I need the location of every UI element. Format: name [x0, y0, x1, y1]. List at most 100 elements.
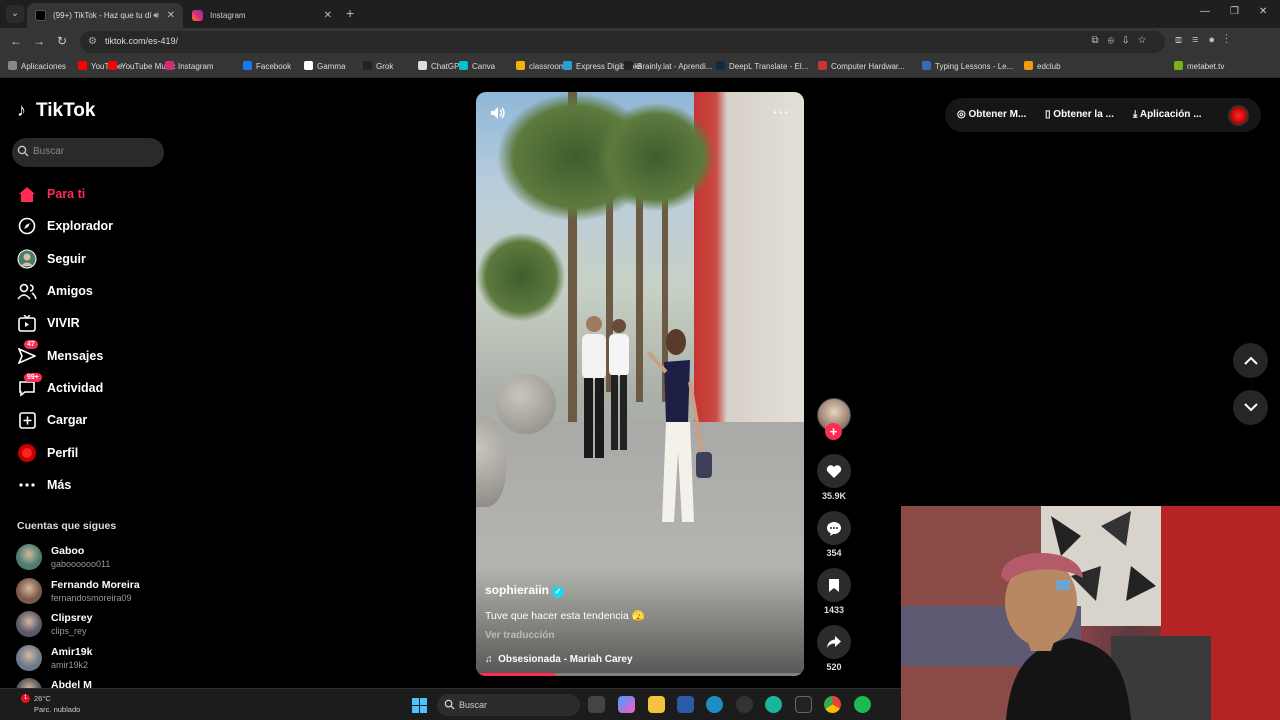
bookmark-item[interactable]: Canva: [459, 61, 495, 71]
video-player[interactable]: ··· sophieraiin ✓ Tuve que hacer esta ten…: [476, 92, 804, 676]
video-caption: Tuve que hacer esta tendencia 🫣: [485, 610, 645, 622]
copilot-icon[interactable]: [618, 696, 635, 713]
bookmark-item[interactable]: Aplicaciones: [8, 61, 66, 71]
weather-widget[interactable]: 1 26°C Parc. nublado: [18, 693, 80, 715]
extensions-icons[interactable]: ⧈≡●⋮: [1175, 34, 1238, 47]
bookmark-item[interactable]: Brainly.lat - Aprendi...: [624, 61, 712, 71]
get-app-button[interactable]: ▯ Obtener la ...: [1045, 109, 1114, 120]
music-link[interactable]: ♫ Obsesionada - Mariah Carey: [485, 654, 633, 665]
following-account[interactable]: Gaboo gaboooooo011: [16, 542, 176, 576]
tab-search-button[interactable]: ⌄: [6, 5, 24, 23]
follow-plus-icon[interactable]: +: [825, 423, 842, 440]
bookmark-item[interactable]: Computer Hardwar...: [818, 61, 905, 71]
bookmark-item[interactable]: Typing Lessons - Le...: [922, 61, 1013, 71]
tab-tiktok[interactable]: (99+) TikTok - Haz que tu dí 🔊︎ ✕: [27, 3, 183, 28]
like-button[interactable]: [817, 454, 851, 488]
volume-icon[interactable]: [490, 106, 506, 123]
chrome-icon[interactable]: [824, 696, 841, 713]
site-info-icon[interactable]: ⚙︎: [88, 36, 97, 47]
minimize-window-button[interactable]: —: [1200, 6, 1210, 17]
tiktok-logo[interactable]: ♪ TikTok: [17, 100, 95, 122]
omnibox-icons[interactable]: ⧉⊕⇩☆: [1092, 35, 1155, 46]
tab-instagram[interactable]: Instagram ✕: [184, 3, 340, 28]
taskbar-search[interactable]: Buscar: [437, 694, 580, 716]
video-progress-bar[interactable]: [476, 673, 804, 676]
desktop-app-button[interactable]: ⤓ Aplicación ...: [1133, 109, 1202, 120]
account-handle: gaboooooo011: [51, 559, 111, 569]
sidebar-item-perfil[interactable]: Perfil: [14, 436, 174, 468]
following-account[interactable]: Clipsrey clips_rey: [16, 609, 176, 643]
comment-button[interactable]: [817, 511, 851, 545]
bookmark-item[interactable]: Instagram: [165, 61, 214, 71]
file-explorer-icon[interactable]: [648, 696, 665, 713]
search-icon: [17, 145, 29, 157]
sidebar-item-más[interactable]: Más: [14, 469, 174, 501]
maximize-window-button[interactable]: ❐: [1230, 6, 1239, 17]
sidebar-item-cargar[interactable]: Cargar: [14, 404, 174, 436]
forward-button[interactable]: →: [33, 34, 45, 48]
task-view-icon[interactable]: [588, 696, 605, 713]
webcam-overlay: [901, 506, 1280, 720]
bookmark-favicon-icon: [108, 61, 117, 70]
close-tab-icon[interactable]: ✕: [167, 3, 175, 28]
app-icon[interactable]: [765, 696, 782, 713]
following-account[interactable]: Amir19k amir19k2: [16, 643, 176, 677]
bookmark-icon: [829, 578, 839, 592]
sidebar-nav: Para ti Explorador Seguir Amigos VIVIR 47 Mens…: [14, 178, 174, 501]
back-button[interactable]: ←: [10, 34, 22, 48]
account-handle: clips_rey: [51, 626, 87, 636]
reload-button[interactable]: ↻: [57, 34, 67, 48]
video-author[interactable]: sophieraiin ✓: [485, 583, 565, 598]
upload-icon: [14, 410, 40, 430]
bookmark-item[interactable]: DeepL Translate - El...: [716, 61, 808, 71]
sidebar-item-actividad[interactable]: 99+ Actividad: [14, 372, 174, 404]
sidebar-item-explorador[interactable]: Explorador: [14, 210, 174, 242]
bookmark-item[interactable]: classroom: [516, 61, 565, 71]
bookmark-item[interactable]: Grok: [363, 61, 393, 71]
stone-ball: [476, 417, 506, 507]
sidebar-item-vivir[interactable]: VIVIR: [14, 307, 174, 339]
bookmark-item[interactable]: edclub: [1024, 61, 1061, 71]
sidebar-item-label: Perfil: [47, 445, 79, 460]
video-people: [582, 316, 629, 458]
epic-games-icon[interactable]: [795, 696, 812, 713]
next-video-button[interactable]: [1233, 390, 1268, 425]
edge-icon[interactable]: [706, 696, 723, 713]
new-tab-button[interactable]: +: [346, 5, 354, 21]
bookmark-favicon-icon: [304, 61, 313, 70]
previous-video-button[interactable]: [1233, 343, 1268, 378]
address-bar[interactable]: ⚙︎ tiktok.com/es-419/ ⧉⊕⇩☆: [80, 31, 1165, 53]
webcam-image: [901, 506, 1280, 720]
bookmark-item[interactable]: Facebook: [243, 61, 291, 71]
store-icon[interactable]: [677, 696, 694, 713]
bookmark-favicon-icon: [922, 61, 931, 70]
sidebar-item-para-ti[interactable]: Para ti: [14, 178, 174, 210]
close-window-button[interactable]: ✕: [1259, 6, 1267, 17]
more-options-icon[interactable]: ···: [773, 104, 790, 120]
bookmark-item[interactable]: metabet.tv: [1174, 61, 1224, 71]
translate-link[interactable]: Ver traducción: [485, 630, 554, 641]
tiktok-logo-icon: ♪: [17, 100, 26, 120]
speaker-icon[interactable]: 🔊︎: [153, 3, 159, 28]
windows-start-icon[interactable]: [412, 698, 427, 713]
bookmark-item[interactable]: ChatGPT: [418, 61, 464, 71]
save-button[interactable]: [817, 568, 851, 602]
following-account[interactable]: Fernando Moreira fernandosmoreira09: [16, 576, 176, 610]
sidebar-item-seguir[interactable]: Seguir: [14, 243, 174, 275]
bookmark-item[interactable]: Gamma: [304, 61, 345, 71]
sidebar-item-mensajes[interactable]: 47 Mensajes: [14, 339, 174, 371]
get-coins-button[interactable]: ◎ Obtener M...: [957, 109, 1026, 120]
bookmark-favicon-icon: [563, 61, 572, 70]
close-tab-icon[interactable]: ✕: [324, 3, 332, 28]
account-name: Amir19k: [51, 645, 93, 658]
share-button[interactable]: [817, 625, 851, 659]
bookmarks-bar: Aplicaciones YouTube YouTube Music Instagra…: [0, 56, 1280, 78]
app-icon[interactable]: [736, 696, 753, 713]
spotify-icon[interactable]: [854, 696, 871, 713]
user-avatar[interactable]: [1228, 105, 1249, 126]
taskbar-search-placeholder: Buscar: [459, 700, 488, 710]
search-input[interactable]: Buscar: [12, 138, 164, 167]
sidebar-item-amigos[interactable]: Amigos: [14, 275, 174, 307]
profile-icon: [14, 443, 40, 463]
following-account[interactable]: Abdel M: [16, 676, 176, 688]
